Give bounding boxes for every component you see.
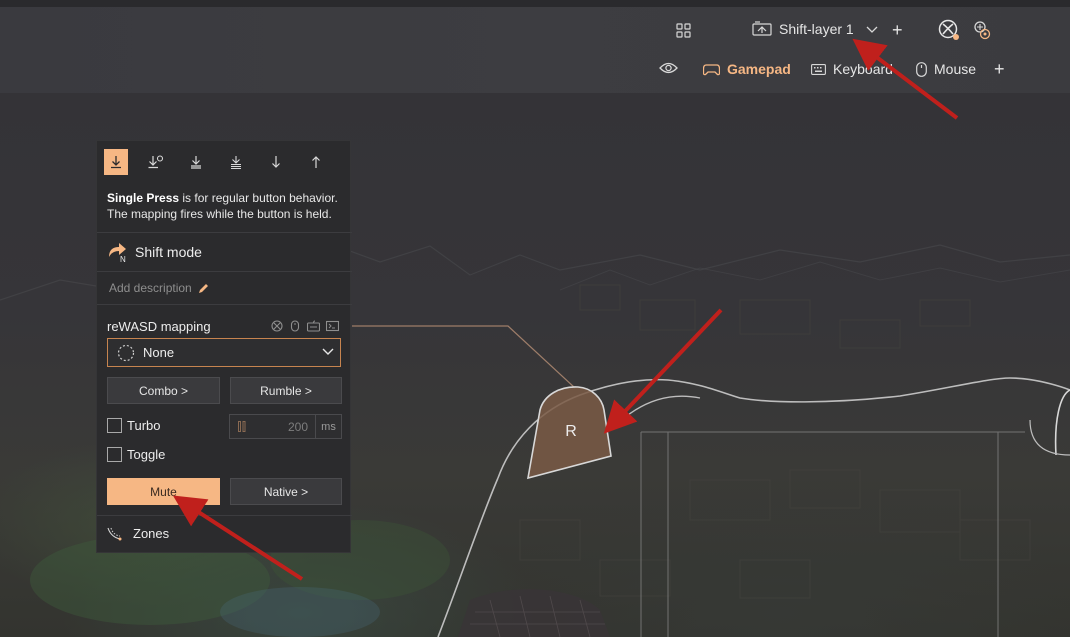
keyboard-mapping-icon[interactable] bbox=[307, 320, 320, 332]
gamepad-icon bbox=[703, 63, 720, 75]
plus-icon: + bbox=[892, 20, 903, 40]
turbo-label: Turbo bbox=[127, 418, 161, 433]
zones-icon bbox=[107, 527, 122, 540]
press-type-toolbar bbox=[104, 149, 344, 175]
divider bbox=[97, 232, 352, 233]
triple-press-button[interactable] bbox=[184, 149, 208, 175]
add-layer-button[interactable]: + bbox=[892, 20, 903, 41]
chevron-down-icon bbox=[866, 26, 878, 33]
shift-mode-badge: N bbox=[120, 255, 126, 263]
turbo-delay-unit: ms bbox=[321, 420, 336, 433]
pause-icon bbox=[238, 421, 246, 432]
add-description-label: Add description bbox=[109, 281, 192, 295]
turbo-checkbox[interactable] bbox=[107, 418, 122, 433]
shift-mode-row[interactable]: N Shift mode bbox=[107, 241, 202, 263]
mouse-icon bbox=[916, 61, 927, 77]
tab-mouse-label: Mouse bbox=[934, 61, 977, 77]
keyboard-icon bbox=[811, 63, 826, 75]
triple-press-icon bbox=[190, 156, 201, 169]
xbox-icon bbox=[938, 19, 959, 40]
layer-name: Shift-layer 1 bbox=[779, 21, 854, 37]
single-press-button[interactable] bbox=[104, 149, 128, 175]
turbo-row: Turbo bbox=[107, 418, 160, 433]
tab-keyboard-label: Keyboard bbox=[833, 61, 893, 77]
add-description-field[interactable]: Add description bbox=[109, 281, 209, 295]
add-device-button[interactable]: + bbox=[994, 59, 1005, 80]
shift-layer-icon bbox=[752, 21, 772, 36]
mapping-dropdown[interactable]: None bbox=[107, 338, 341, 367]
turbo-delay-value: 200 bbox=[287, 419, 308, 434]
rumble-button[interactable]: Rumble > bbox=[230, 377, 342, 404]
turbo-delay-field[interactable]: 200 bbox=[230, 415, 316, 438]
start-press-button[interactable] bbox=[264, 149, 288, 175]
divider bbox=[97, 515, 352, 516]
top-toolbar: Shift-layer 1 + Gamepad Keyboard Mouse + bbox=[0, 7, 1070, 93]
plus-icon: + bbox=[994, 59, 1005, 79]
macro-mapping-icon[interactable] bbox=[326, 320, 339, 332]
mapping-dropdown-value: None bbox=[143, 345, 175, 360]
mute-button[interactable]: Mute bbox=[107, 478, 220, 505]
visibility-toggle[interactable] bbox=[659, 61, 678, 75]
long-press-button[interactable] bbox=[224, 149, 248, 175]
zones-row[interactable]: Zones bbox=[107, 526, 169, 541]
toggle-row: Toggle bbox=[107, 447, 165, 462]
release-button[interactable] bbox=[304, 149, 328, 175]
double-press-button[interactable] bbox=[144, 149, 168, 175]
shift-mode-label: Shift mode bbox=[135, 244, 202, 260]
double-press-icon bbox=[148, 155, 163, 169]
mapping-type-icons bbox=[271, 320, 339, 332]
single-press-icon bbox=[110, 156, 121, 169]
toggle-label: Toggle bbox=[127, 447, 166, 462]
pencil-icon bbox=[198, 283, 208, 293]
press-type-description: Single Press is for regular button behav… bbox=[107, 190, 347, 222]
controller-config-button[interactable] bbox=[972, 20, 992, 40]
mouse-mapping-icon[interactable] bbox=[289, 320, 301, 332]
arrow-down-icon bbox=[271, 156, 280, 168]
tab-gamepad-label: Gamepad bbox=[727, 61, 791, 77]
tab-gamepad[interactable]: Gamepad bbox=[703, 61, 791, 77]
shift-arrow-icon: N bbox=[109, 243, 126, 263]
tab-keyboard[interactable]: Keyboard bbox=[811, 61, 893, 77]
toggle-checkbox[interactable] bbox=[107, 447, 122, 462]
arrow-up-icon bbox=[311, 156, 320, 168]
mapping-section-label: reWASD mapping bbox=[107, 319, 211, 334]
layout-grid-button[interactable] bbox=[676, 23, 691, 38]
none-dashed-circle-icon bbox=[117, 344, 135, 361]
chevron-down-icon bbox=[322, 348, 334, 355]
r-bumper-label: R bbox=[565, 423, 577, 440]
controller-settings-icon bbox=[974, 21, 991, 40]
combo-button[interactable]: Combo > bbox=[107, 377, 220, 404]
press-type-name: Single Press bbox=[107, 191, 180, 205]
eye-icon bbox=[659, 62, 678, 74]
tab-mouse[interactable]: Mouse bbox=[916, 61, 976, 77]
xbox-mapping-icon[interactable] bbox=[271, 320, 283, 332]
grid-icon bbox=[676, 23, 691, 38]
long-press-icon bbox=[230, 156, 241, 169]
divider bbox=[97, 271, 352, 272]
layer-dropdown-button[interactable] bbox=[866, 24, 878, 34]
native-button[interactable]: Native > bbox=[230, 478, 342, 505]
layer-selector[interactable]: Shift-layer 1 bbox=[752, 21, 854, 37]
zones-label: Zones bbox=[133, 526, 170, 541]
turbo-delay-input[interactable]: 200 ms bbox=[229, 414, 342, 439]
divider bbox=[97, 304, 352, 305]
xbox-device-button[interactable] bbox=[938, 19, 960, 41]
mapping-panel: Single Press is for regular button behav… bbox=[96, 140, 352, 553]
